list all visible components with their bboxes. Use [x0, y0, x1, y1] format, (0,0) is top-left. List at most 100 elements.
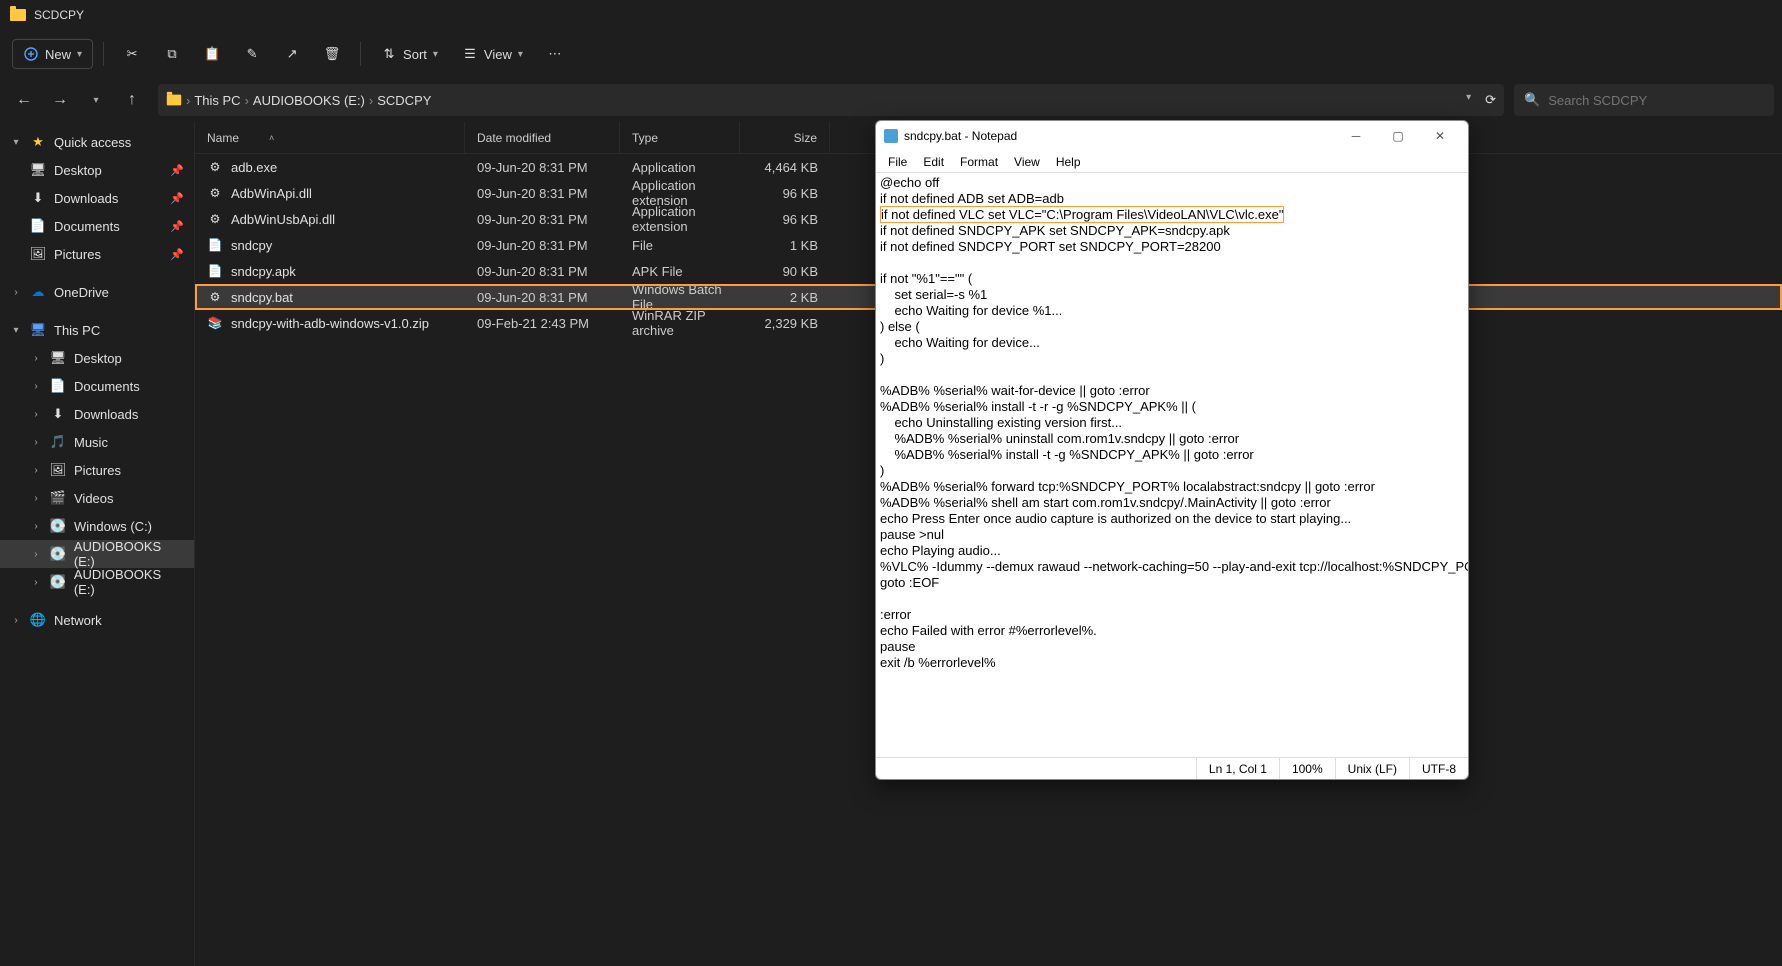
address-bar[interactable]: › This PC › AUDIOBOOKS (E:) › SCDCPY ▾ ⟳ [158, 84, 1504, 116]
sidebar: ▾ ★ Quick access 🖥Desktop📌⬇Downloads📌📄Do… [0, 122, 195, 966]
sidebar-onedrive[interactable]: › ☁ OneDrive [0, 278, 194, 306]
breadcrumb-item[interactable]: This PC [194, 93, 240, 108]
folder-icon [10, 9, 26, 21]
window-titlebar: SCDCPY [0, 0, 1782, 30]
text-before: @echo off if not defined ADB set ADB=adb [880, 175, 1064, 206]
column-date[interactable]: Date modified [465, 122, 620, 153]
chevron-right-icon: › [30, 521, 42, 532]
sidebar-pc-item[interactable]: ›🎵Music [0, 428, 194, 456]
menu-view[interactable]: View [1006, 153, 1048, 171]
forward-button[interactable]: → [44, 84, 76, 116]
menu-format[interactable]: Format [952, 153, 1006, 171]
rename-button[interactable]: ✎ [234, 40, 270, 68]
chevron-right-icon: › [369, 93, 373, 108]
delete-button[interactable]: 🗑 [314, 40, 350, 68]
sidebar-item-label: Desktop [74, 351, 122, 366]
more-button[interactable]: ⋯ [537, 40, 573, 68]
item-icon: 🖥 [30, 162, 46, 178]
file-name: adb.exe [231, 160, 277, 175]
sidebar-network[interactable]: › 🌐 Network [0, 606, 194, 634]
menu-file[interactable]: File [880, 153, 915, 171]
sidebar-quick-item[interactable]: ⬇Downloads📌 [0, 184, 194, 212]
item-icon: 📄 [30, 218, 46, 234]
file-size: 2,329 KB [740, 316, 830, 331]
sidebar-quick-item[interactable]: 🖥Desktop📌 [0, 156, 194, 184]
sidebar-pc-item[interactable]: › ⬇ Downloads [0, 400, 194, 428]
file-date: 09-Jun-20 8:31 PM [465, 186, 620, 201]
search-icon: 🔍 [1524, 92, 1540, 108]
file-date: 09-Jun-20 8:31 PM [465, 238, 620, 253]
chevron-down-icon: ▾ [518, 49, 523, 60]
column-size[interactable]: Size [740, 122, 830, 153]
notepad-window: sndcpy.bat - Notepad ─ ▢ ✕ File Edit For… [875, 120, 1469, 780]
view-label: View [484, 47, 512, 62]
star-icon: ★ [30, 134, 46, 150]
col-label: Name [207, 131, 239, 145]
chevron-right-icon: › [186, 93, 190, 108]
breadcrumb-item[interactable]: AUDIOBOOKS (E:) [253, 93, 365, 108]
file-date: 09-Jun-20 8:31 PM [465, 290, 620, 305]
text-after: if not defined SNDCPY_APK set SNDCPY_APK… [880, 223, 1468, 670]
notepad-icon [884, 129, 898, 143]
file-icon: ⚙ [207, 185, 223, 201]
chevron-right-icon: › [10, 615, 22, 626]
cut-button[interactable]: ✂ [114, 40, 150, 68]
chevron-right-icon: › [30, 381, 42, 392]
menu-edit[interactable]: Edit [915, 153, 952, 171]
file-name: sndcpy.apk [231, 264, 296, 279]
chevron-right-icon: › [30, 465, 42, 476]
maximize-button[interactable]: ▢ [1378, 124, 1418, 148]
sidebar-quick-access[interactable]: ▾ ★ Quick access [0, 128, 194, 156]
item-icon: ⬇ [50, 406, 66, 422]
breadcrumb-item[interactable]: SCDCPY [377, 93, 431, 108]
sort-label: Sort [403, 47, 427, 62]
separator [360, 42, 361, 66]
sidebar-item-label: AUDIOBOOKS (E:) [74, 567, 184, 597]
chevron-down-icon: ▾ [433, 49, 438, 60]
new-button[interactable]: New ▾ [12, 39, 93, 69]
share-button[interactable]: ↗ [274, 40, 310, 68]
notepad-textarea[interactable]: @echo off if not defined ADB set ADB=adb… [876, 173, 1468, 757]
sort-button[interactable]: ⇅ Sort ▾ [371, 40, 448, 68]
minimize-button[interactable]: ─ [1336, 124, 1376, 148]
file-type: File [620, 238, 740, 253]
chevron-down-icon: ▾ [77, 49, 82, 60]
file-type: WinRAR ZIP archive [620, 308, 740, 338]
up-button[interactable]: ↑ [116, 84, 148, 116]
sidebar-pc-item[interactable]: ›🎬Videos [0, 484, 194, 512]
column-name[interactable]: Name ˄ [195, 122, 465, 153]
file-type: Application extension [620, 204, 740, 234]
sidebar-pc-item[interactable]: ›📄Documents [0, 372, 194, 400]
cloud-icon: ☁ [30, 284, 46, 300]
chevron-down-icon[interactable]: ▾ [1466, 92, 1471, 108]
share-icon: ↗ [284, 46, 300, 62]
column-type[interactable]: Type [620, 122, 740, 153]
sidebar-pc-item[interactable]: ›💽AUDIOBOOKS (E:) [0, 540, 194, 568]
refresh-button[interactable]: ⟳ [1485, 92, 1496, 108]
copy-button[interactable]: ⧉ [154, 40, 190, 68]
sidebar-quick-item[interactable]: 🖼Pictures📌 [0, 240, 194, 268]
notepad-titlebar[interactable]: sndcpy.bat - Notepad ─ ▢ ✕ [876, 121, 1468, 151]
sidebar-pc-item[interactable]: ›💽Windows (C:) [0, 512, 194, 540]
col-label: Type [632, 131, 658, 145]
view-button[interactable]: ☰ View ▾ [452, 40, 533, 68]
chevron-right-icon: › [30, 577, 42, 588]
sidebar-quick-item[interactable]: 📄Documents📌 [0, 212, 194, 240]
close-button[interactable]: ✕ [1420, 124, 1460, 148]
file-name: sndcpy.bat [231, 290, 293, 305]
sidebar-pc-item[interactable]: ›🖥Desktop [0, 344, 194, 372]
sidebar-pc-item[interactable]: ›🖼Pictures [0, 456, 194, 484]
network-icon: 🌐 [30, 612, 46, 628]
search-box[interactable]: 🔍 [1514, 84, 1774, 116]
sidebar-pc-item[interactable]: ›💽AUDIOBOOKS (E:) [0, 568, 194, 596]
file-type: APK File [620, 264, 740, 279]
back-button[interactable]: ← [8, 84, 40, 116]
search-input[interactable] [1548, 93, 1764, 108]
sidebar-item-label: Downloads [74, 407, 138, 422]
menu-help[interactable]: Help [1048, 153, 1089, 171]
chevron-right-icon: › [30, 409, 42, 420]
sidebar-this-pc[interactable]: ▾ 🖥 This PC [0, 316, 194, 344]
file-date: 09-Feb-21 2:43 PM [465, 316, 620, 331]
recent-button[interactable]: ▾ [80, 84, 112, 116]
paste-button[interactable]: 📋 [194, 40, 230, 68]
